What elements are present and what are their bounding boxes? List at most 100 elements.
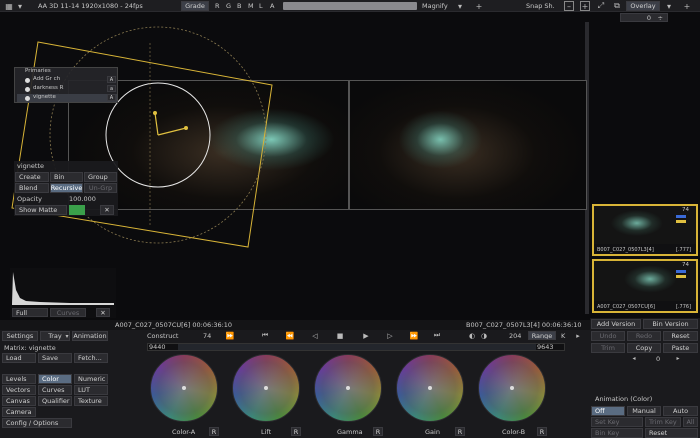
lift-reset[interactable]: R [291, 427, 301, 436]
tool-numeric[interactable]: Numeric [74, 374, 108, 384]
skip-start-icon[interactable]: ⏮ [260, 331, 270, 340]
anim-off-button[interactable]: Off [591, 406, 625, 416]
fetch-button[interactable]: Fetch... [74, 353, 108, 363]
set-key-button[interactable]: Set Key [591, 417, 643, 427]
anim-reset-button[interactable]: Reset [645, 428, 698, 438]
layer-visible-icon[interactable] [25, 78, 30, 83]
close-icon[interactable]: ✕ [100, 205, 114, 215]
layer-visible-icon[interactable] [25, 87, 30, 92]
all-button[interactable]: All [683, 417, 698, 427]
tool-qualifier[interactable]: Qualifier [38, 396, 72, 406]
chevron-down-icon[interactable]: ▾ [63, 332, 71, 340]
reset-button[interactable]: Reset [663, 331, 698, 341]
stop-icon[interactable]: ■ [335, 331, 345, 340]
thumbnail-badge: 74 [682, 207, 689, 213]
anim-auto-button[interactable]: Auto [663, 406, 698, 416]
recursive-button[interactable]: Recursive [50, 183, 83, 193]
gain-wheel[interactable] [396, 354, 464, 422]
thumbnail-name: B007_C027_0507L3[4] [597, 247, 654, 253]
load-button[interactable]: Load [2, 353, 36, 363]
matrix-label: Matrix: vignette [4, 344, 56, 352]
gamma-wheel[interactable] [314, 354, 382, 422]
tool-vectors[interactable]: Vectors [2, 385, 36, 395]
k-button[interactable]: K [561, 332, 565, 340]
tool-camera[interactable]: Camera [2, 407, 36, 417]
blend-button[interactable]: Blend [15, 183, 49, 193]
create-button[interactable]: Create [15, 172, 49, 182]
gamma-reset[interactable]: R [373, 427, 383, 436]
layer-item[interactable]: darkness R a [17, 85, 117, 93]
curves-button[interactable]: Curves [50, 308, 86, 317]
step-forward-icon[interactable]: ⏩ [409, 331, 419, 340]
bin-button[interactable]: Bin [50, 172, 83, 182]
left-panel: Settings Tray ▾ Animation Matrix: vignet… [0, 330, 145, 438]
tool-curves[interactable]: Curves [38, 385, 72, 395]
timeline-slider[interactable] [147, 343, 565, 351]
skip-end-icon[interactable]: ⏭ [432, 331, 442, 340]
full-button[interactable]: Full [12, 308, 48, 317]
vignette-panel: vignette Create Bin Group Blend Recursiv… [14, 161, 118, 216]
color-b-label: Color-B [502, 428, 526, 436]
out-point-icon[interactable]: ◑ [477, 331, 491, 340]
layer-item-selected[interactable]: vignette A [17, 94, 117, 102]
redo-button[interactable]: Redo [627, 331, 661, 341]
tool-texture[interactable]: Texture [74, 396, 108, 406]
next-frame-icon[interactable]: ▷ [385, 331, 395, 340]
paste-button[interactable]: Paste [663, 343, 698, 353]
trim-button[interactable]: Trim [591, 343, 625, 353]
chevron-left-icon[interactable]: ◂ [630, 354, 638, 363]
color-b-wheel[interactable] [478, 354, 546, 422]
ungroup-button[interactable]: Un-Grp [84, 183, 117, 193]
layer-tag[interactable]: A [107, 76, 116, 83]
layer-tag[interactable]: A [107, 94, 116, 101]
lift-label: Lift [261, 428, 272, 436]
thumbnail-clip[interactable]: 74 B007_C027_0507L3[4] [.777] [592, 204, 698, 256]
layer-label: Add Gr ch [33, 76, 61, 82]
slider-left-value: 9440 [149, 343, 166, 351]
frame-end[interactable]: 204 [509, 332, 521, 340]
undo-button[interactable]: Undo [591, 331, 625, 341]
matte-color-swatch[interactable] [69, 205, 85, 215]
play-icon[interactable]: ▶ [361, 331, 371, 340]
opacity-value[interactable]: 100.000 [69, 195, 96, 203]
histogram-panel: Full Curves ✕ [10, 268, 116, 318]
color-a-reset[interactable]: R [209, 427, 219, 436]
show-matte-button[interactable]: Show Matte [15, 205, 67, 215]
config-options-button[interactable]: Config / Options [2, 418, 72, 428]
lift-wheel[interactable] [232, 354, 300, 422]
animation-tab[interactable]: Animation [72, 331, 108, 341]
color-b-reset[interactable]: R [537, 427, 547, 436]
opacity-label: Opacity [17, 195, 43, 203]
layer-tag[interactable]: a [107, 85, 116, 92]
trim-key-button[interactable]: Trim Key [645, 417, 681, 427]
copy-button[interactable]: Copy [627, 343, 661, 353]
tool-canvas[interactable]: Canvas [2, 396, 36, 406]
thumbnail-clip-current[interactable]: 74 A007_C027_0507CU[6] [.776] [592, 259, 698, 313]
play-icon[interactable]: ▸ [573, 331, 583, 340]
chevron-right-icon[interactable]: ▸ [674, 354, 682, 363]
layer-visible-icon[interactable] [25, 96, 30, 101]
color-a-wheel[interactable] [150, 354, 218, 422]
anim-manual-button[interactable]: Manual [627, 406, 661, 416]
bin-version-button[interactable]: Bin Version [643, 319, 698, 329]
prev-frame-icon[interactable]: ◁ [310, 331, 320, 340]
group-button[interactable]: Group [84, 172, 117, 182]
fast-forward-icon[interactable]: ⏩ [225, 331, 235, 340]
right-panel: Add Version Bin Version Undo Redo Reset … [590, 318, 700, 438]
add-version-button[interactable]: Add Version [591, 319, 641, 329]
frame-start[interactable]: 74 [203, 332, 211, 340]
thumbnail-marker [676, 215, 686, 218]
layer-item[interactable]: Add Gr ch A [17, 76, 117, 84]
step-back-icon[interactable]: ⏪ [285, 331, 295, 340]
tool-color[interactable]: Color [38, 374, 72, 384]
tool-levels[interactable]: Levels [2, 374, 36, 384]
close-icon[interactable]: ✕ [96, 308, 110, 317]
settings-tab[interactable]: Settings [2, 331, 38, 341]
bin-key-button[interactable]: Bin Key [591, 428, 643, 438]
tool-lut[interactable]: LUT [74, 385, 108, 395]
save-button[interactable]: Save [38, 353, 72, 363]
gain-reset[interactable]: R [455, 427, 465, 436]
range-button[interactable]: Range [528, 331, 556, 340]
animation-title: Animation (Color) [595, 395, 653, 403]
vignette-y-axis [154, 112, 159, 136]
